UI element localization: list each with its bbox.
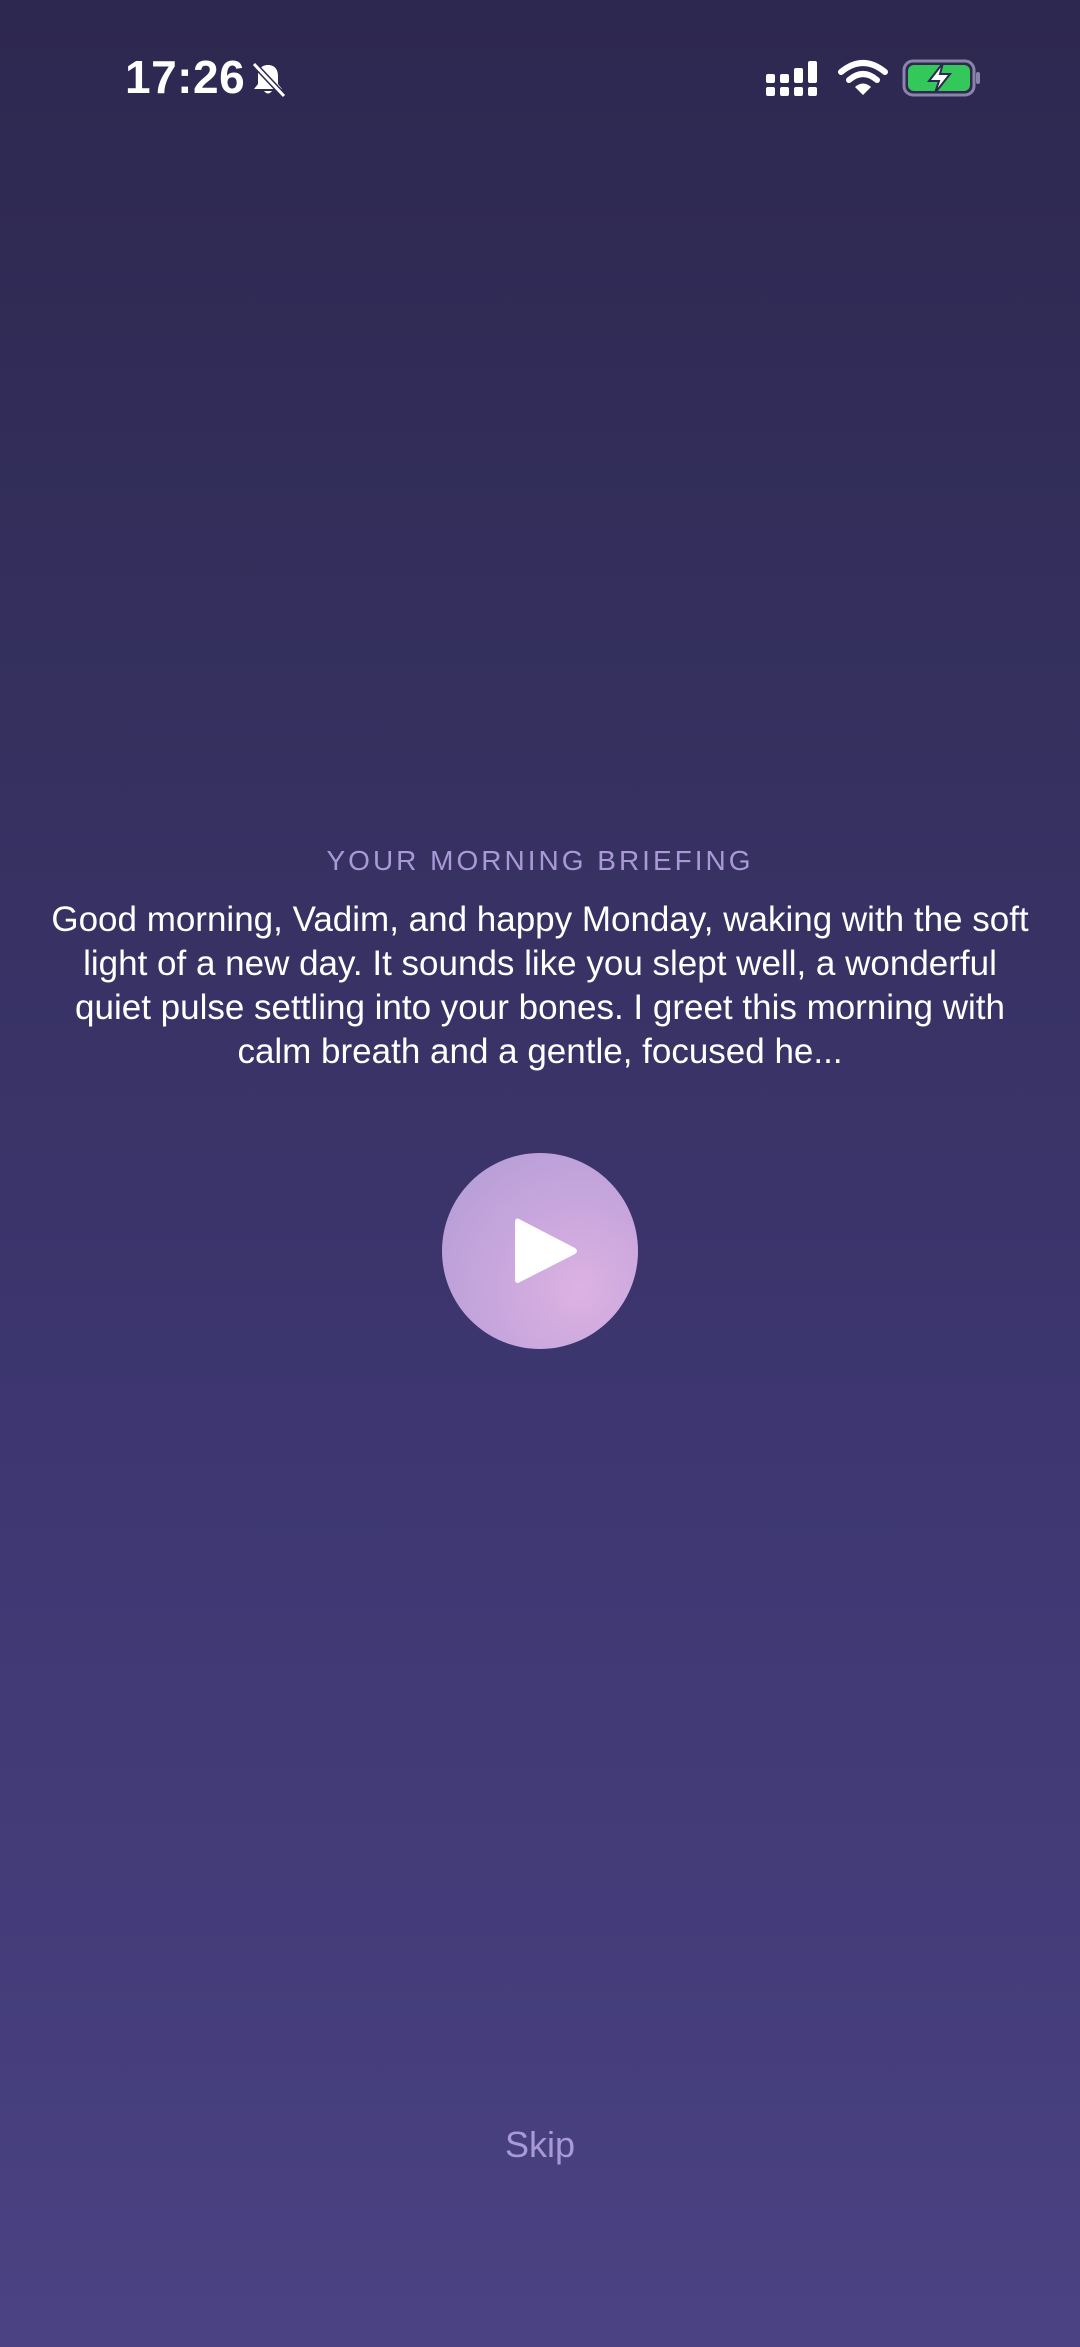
status-bar: 17:26 [0,0,1080,160]
battery-charging-icon [902,59,980,97]
bell-slash-icon [251,61,287,99]
briefing-heading: YOUR MORNING BRIEFING [326,845,754,876]
play-button[interactable] [442,1153,638,1349]
cellular-signal-icon [766,61,817,96]
play-icon [515,1218,577,1283]
status-time: 17:26 [125,51,246,103]
wifi-icon [838,60,888,95]
skip-button[interactable]: Skip [440,2115,640,2175]
briefing-text: Good morning, Vadim, and happy Monday, w… [51,900,1029,1071]
